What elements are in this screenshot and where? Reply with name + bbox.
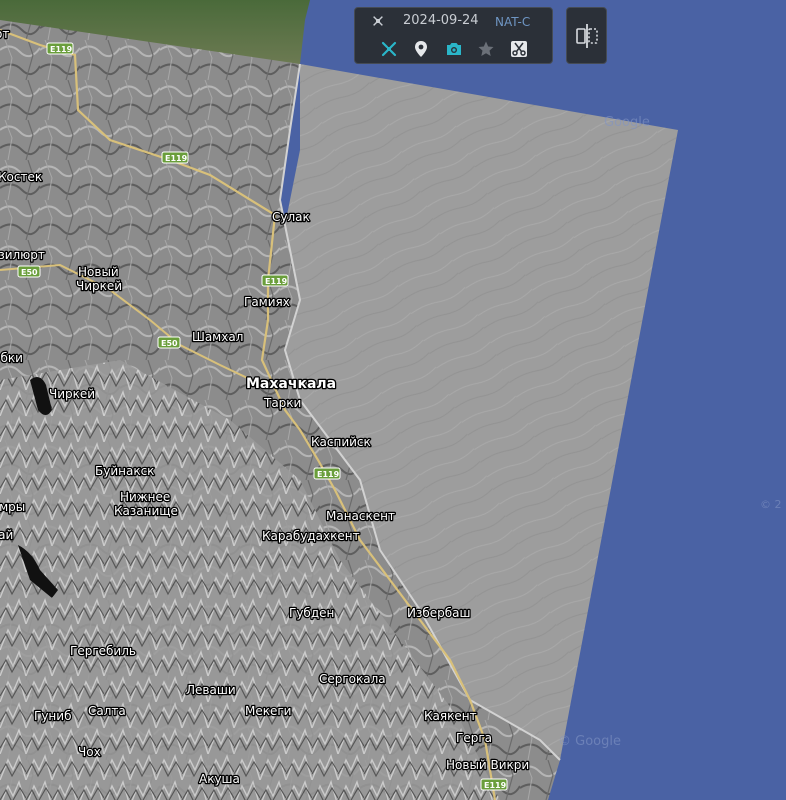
satellite-map[interactable]: E119 E119 E119 E119 E50 E50 E119 Махачка… [0,0,786,800]
camera-icon [447,43,461,55]
city-label: Герга [456,731,492,745]
svg-text:E50: E50 [21,268,38,277]
city-label: Гуниб [34,709,71,723]
clip-button[interactable] [508,38,530,60]
location-pin-button[interactable] [410,38,432,60]
city-label: Мекеги [245,704,291,718]
city-label: Каякент [424,709,477,723]
favorite-button[interactable] [475,38,497,60]
road-shield-e119: E119 [313,467,341,480]
city-label: Костек [0,170,42,184]
svg-text:E119: E119 [165,154,188,163]
city-label: Нижнее [120,490,170,504]
compare-split-button[interactable] [566,7,607,64]
satellite-name: NAT-C [495,15,531,29]
city-label: Новый [78,265,119,279]
svg-text:E119: E119 [50,45,73,54]
city-label: Сергокала [319,672,386,686]
city-label: Салта [88,704,126,718]
road-shield-e119: E119 [261,274,289,287]
city-label: Чиркей [76,279,122,293]
svg-text:E50: E50 [161,339,178,348]
road-shield-e119: E119 [480,778,508,791]
split-view-icon [575,23,598,48]
toolbar-actions-row [355,38,552,60]
image-toolbar: 2024-09-24 NAT-C [354,7,553,64]
city-label: Шамхал [192,330,243,344]
road-shield-e119: E119 [161,151,189,164]
map-pin-icon [415,41,427,57]
city-label: Дубки [0,351,23,365]
city-label: Чиркей [49,387,95,401]
city-label: Избербаш [407,606,471,620]
star-icon [478,41,494,56]
toolbar-info-row: 2024-09-24 NAT-C [355,12,552,32]
svg-text:E119: E119 [484,781,507,790]
svg-text:E119: E119 [265,277,288,286]
acquisition-date: 2024-09-24 [403,13,479,28]
svg-text:E119: E119 [317,470,340,479]
city-label: Кизилюрт [0,248,45,262]
satellite-tool-button[interactable] [378,38,400,60]
screenshot-button[interactable] [443,38,465,60]
city-label: Ирганай [0,528,13,542]
city-label: Карабудахкент [262,529,360,543]
city-label: Манаскент [326,509,395,523]
road-shield-e119: E119 [46,42,74,55]
city-label: Акуша [199,772,240,786]
city-label: Чох [78,745,101,759]
city-label: Леваши [186,683,236,697]
google-watermark: © Google [558,734,621,749]
city-label: Тарки [263,396,301,410]
city-label: Махачкала [246,376,336,392]
city-label: Новый Викри [446,758,529,772]
road-shield-e50: E50 [17,265,41,278]
city-label: Буйнакск [95,464,154,478]
city-label: Гимры [0,500,25,514]
crosshair-tool-icon [381,41,397,57]
city-label: Гамиях [244,295,290,309]
google-watermark: © 2 [760,498,782,511]
satellite-icon [373,16,383,26]
city-label: Гергебиль [70,644,136,658]
city-label: Губден [289,606,334,620]
city-label: Каспийск [311,435,371,449]
city-label: Казанище [114,504,178,518]
google-watermark: Google [604,115,650,130]
city-label: Сулак [272,210,310,224]
scissors-icon [511,41,527,57]
road-shield-e50: E50 [157,336,181,349]
city-label: Хасавюрт [0,27,9,41]
